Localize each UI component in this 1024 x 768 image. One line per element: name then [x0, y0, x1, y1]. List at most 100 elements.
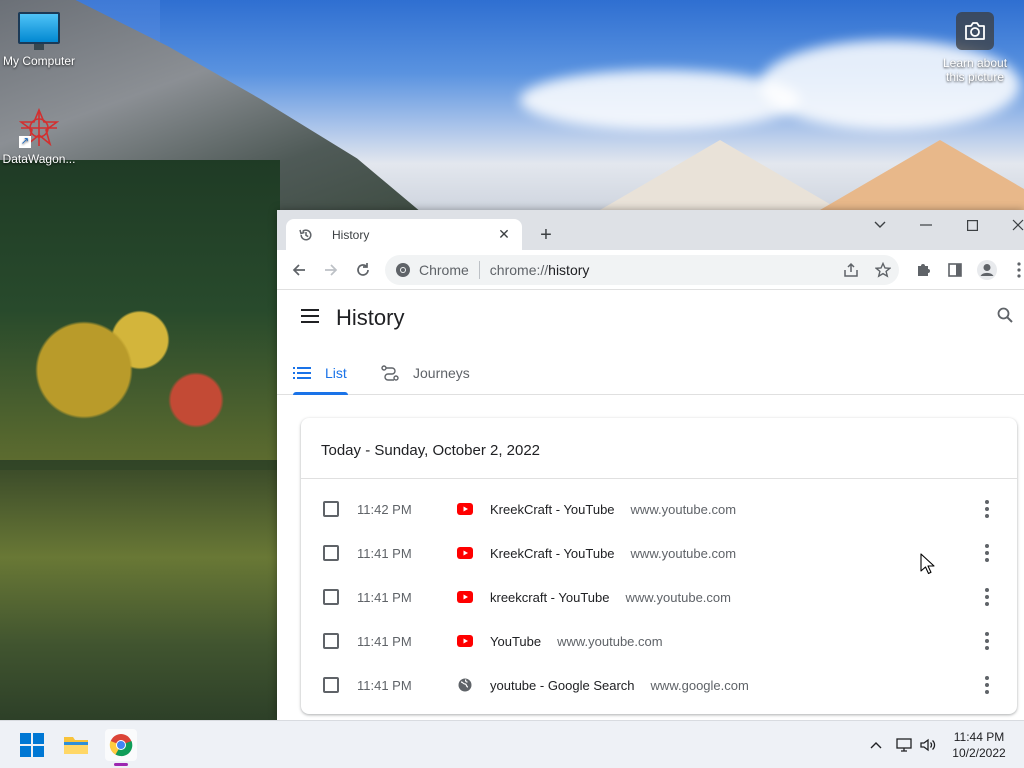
row-time: 11:41 PM [357, 545, 412, 561]
desktop-icon-my-computer[interactable]: My Computer [0, 12, 82, 68]
wallpaper-peak [820, 140, 1024, 210]
more-actions-icon[interactable] [975, 629, 999, 653]
browser-toolbar: Chrome chrome://history [277, 250, 1024, 290]
chrome-window: History ✕ + Chrome chrome://history Hist… [277, 210, 1024, 720]
tab-journeys-label: Journeys [413, 365, 470, 381]
row-title-link[interactable]: YouTube [490, 634, 541, 649]
tab-list[interactable]: List [293, 355, 347, 391]
row-domain: www.youtube.com [625, 589, 731, 605]
youtube-icon [457, 633, 473, 649]
mouse-cursor-icon [920, 553, 936, 575]
page-title: History [336, 305, 405, 330]
learn-picture-line2: this picture [945, 70, 1005, 84]
maximize-button[interactable] [957, 214, 987, 236]
history-header: History List Journeys [277, 291, 1024, 395]
site-chip-label: Chrome [419, 262, 469, 278]
extensions-puzzle-icon[interactable] [911, 258, 935, 282]
reload-button[interactable] [351, 258, 375, 282]
address-bar[interactable]: Chrome chrome://history [385, 255, 899, 285]
search-icon[interactable] [997, 307, 1019, 329]
side-panel-icon[interactable] [943, 258, 967, 282]
omnibox-separator [478, 261, 480, 279]
camera-icon [956, 12, 994, 50]
list-icon [293, 367, 311, 379]
globe-icon [457, 677, 473, 693]
volume-icon[interactable] [918, 735, 938, 755]
folder-icon [64, 737, 88, 754]
row-time: 11:41 PM [357, 633, 412, 649]
more-actions-icon[interactable] [975, 585, 999, 609]
learn-picture-line1: Learn about [942, 56, 1008, 70]
desktop-icon-label: My Computer [2, 54, 76, 68]
active-app-indicator [114, 763, 128, 766]
active-tab-indicator [293, 392, 348, 395]
clock-time: 11:44 PM [953, 730, 1005, 744]
clock-date: 10/2/2022 [952, 746, 1006, 760]
back-button[interactable] [287, 258, 311, 282]
learn-about-picture[interactable]: Learn about this picture [938, 12, 1012, 84]
youtube-icon [457, 545, 473, 561]
monitor-icon [18, 12, 60, 50]
site-chip[interactable]: Chrome [395, 262, 469, 278]
chrome-menu-icon[interactable] [1007, 258, 1024, 282]
show-hidden-icons-chevron-icon[interactable] [866, 735, 886, 755]
file-explorer-button[interactable] [60, 729, 92, 761]
taskbar: 11:44 PM 10/2/2022 [0, 720, 1024, 768]
history-row[interactable]: 11:41 PM YouTube www.youtube.com [301, 619, 1017, 663]
chrome-logo-icon [109, 734, 133, 757]
more-actions-icon[interactable] [975, 497, 999, 521]
history-row[interactable]: 11:41 PM KreekCraft - YouTube www.youtub… [301, 531, 1017, 575]
row-checkbox[interactable] [323, 677, 339, 693]
forward-button[interactable] [319, 258, 343, 282]
row-title-link[interactable]: KreekCraft - YouTube [490, 502, 615, 517]
row-checkbox[interactable] [323, 589, 339, 605]
row-checkbox[interactable] [323, 633, 339, 649]
chrome-taskbar-button[interactable] [105, 729, 137, 761]
datawagon-icon: ↗ [18, 107, 60, 148]
bookmark-star-icon[interactable] [871, 258, 895, 282]
history-row[interactable]: 11:41 PM youtube - Google Search www.goo… [301, 663, 1017, 707]
shortcut-arrow-icon: ↗ [19, 136, 31, 148]
history-page: History List Journeys Today - Sunday, Oc… [277, 291, 1024, 720]
tab-search-chevron-icon[interactable] [865, 214, 895, 236]
chrome-icon [396, 263, 410, 277]
start-button[interactable] [16, 729, 48, 761]
more-actions-icon[interactable] [975, 673, 999, 697]
history-row[interactable]: 11:42 PM KreekCraft - YouTube www.youtub… [301, 487, 1017, 531]
desktop-icon-datawagon[interactable]: ↗ DataWagon... [0, 107, 82, 166]
profile-avatar-icon[interactable] [975, 258, 999, 282]
youtube-icon [457, 501, 473, 517]
tab-history[interactable]: History ✕ [286, 219, 522, 250]
taskbar-clock[interactable]: 11:44 PM 10/2/2022 [944, 729, 1014, 761]
more-actions-icon[interactable] [975, 541, 999, 565]
row-title-link[interactable]: youtube - Google Search [490, 678, 635, 693]
desktop-icon-label: DataWagon... [2, 152, 76, 166]
row-title-link[interactable]: kreekcraft - YouTube [490, 590, 609, 605]
tab-strip: History ✕ + [277, 210, 1024, 250]
wallpaper-peak [600, 140, 840, 210]
row-time: 11:41 PM [357, 589, 412, 605]
youtube-icon [457, 589, 473, 605]
hamburger-menu-icon[interactable] [301, 309, 323, 327]
close-tab-icon[interactable]: ✕ [494, 225, 514, 245]
row-checkbox[interactable] [323, 501, 339, 517]
row-domain: www.google.com [650, 677, 749, 693]
row-domain: www.youtube.com [630, 501, 737, 517]
wallpaper-lake [0, 470, 280, 720]
history-card: Today - Sunday, October 2, 2022 11:42 PM… [301, 418, 1017, 714]
row-checkbox[interactable] [323, 545, 339, 561]
row-title-link[interactable]: KreekCraft - YouTube [490, 546, 615, 561]
tab-journeys[interactable]: Journeys [381, 355, 470, 391]
new-tab-button[interactable]: + [535, 224, 557, 246]
card-divider [301, 478, 1017, 479]
close-window-button[interactable] [1003, 214, 1024, 236]
url-host: history [548, 262, 590, 278]
history-row[interactable]: 11:41 PM kreekcraft - YouTube www.youtub… [301, 575, 1017, 619]
network-icon[interactable] [894, 735, 914, 755]
minimize-button[interactable] [911, 214, 941, 236]
url-text: chrome://history [490, 262, 899, 278]
row-time: 11:41 PM [357, 677, 412, 693]
share-icon[interactable] [839, 258, 863, 282]
row-time: 11:42 PM [357, 501, 412, 517]
tab-title: History [332, 227, 370, 242]
